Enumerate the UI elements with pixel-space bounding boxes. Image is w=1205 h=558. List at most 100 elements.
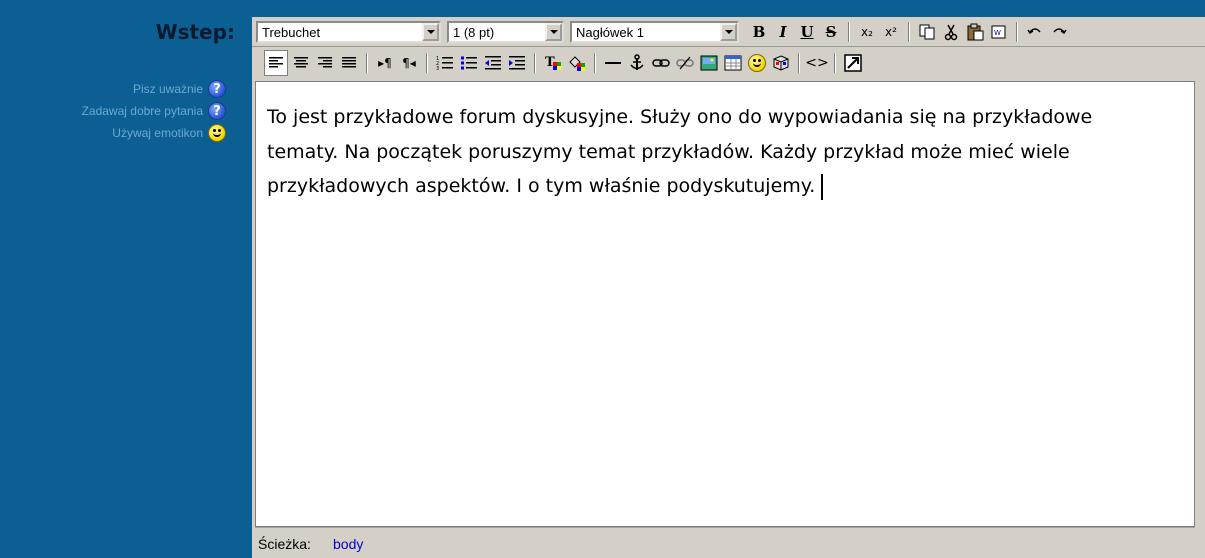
- ltr-icon: ▸¶: [378, 56, 392, 70]
- toolbar-separator: [366, 53, 368, 73]
- format-block-select[interactable]: Nagłówek 1: [570, 21, 739, 43]
- chevron-down-icon[interactable]: [720, 23, 737, 41]
- editor-text[interactable]: To jest przykładowe forum dyskusyjne. Sł…: [267, 100, 1167, 204]
- subscript-button[interactable]: x₂: [856, 20, 878, 44]
- insert-character-button[interactable]: [770, 51, 792, 75]
- toolbar-separator: [1016, 22, 1018, 42]
- tip-ask-good-questions: Zadawaj dobre pytania ?: [82, 101, 226, 121]
- chevron-down-icon[interactable]: [422, 23, 439, 41]
- bold-button[interactable]: B: [748, 20, 770, 44]
- insert-smiley-button[interactable]: [746, 51, 768, 75]
- align-justify-button[interactable]: [338, 51, 360, 75]
- toolbar-row-1: Trebuchet 1 (8 pt) Nagłówek 1 B I U S x₂…: [252, 17, 1071, 47]
- strikethrough-button[interactable]: S: [820, 20, 842, 44]
- help-icon[interactable]: ?: [208, 102, 226, 120]
- tip-text: Zadawaj dobre pytania: [81, 104, 203, 118]
- tip-write-carefully: Pisz uważnie ?: [133, 79, 226, 99]
- svg-text:W: W: [994, 29, 1001, 37]
- toolbar-separator: [834, 53, 836, 73]
- superscript-button[interactable]: x²: [880, 20, 902, 44]
- ordered-list-icon: 123: [436, 56, 453, 71]
- image-icon: [700, 55, 718, 71]
- toolbar-separator: [594, 53, 596, 73]
- insert-link-button[interactable]: [650, 51, 672, 75]
- unlink-icon: [676, 56, 694, 70]
- text-caret: [821, 173, 824, 200]
- redo-button[interactable]: [1048, 20, 1070, 44]
- insert-image-button[interactable]: [698, 51, 720, 75]
- scissors-icon: [944, 24, 958, 41]
- editor-content-area[interactable]: To jest przykładowe forum dyskusyjne. Sł…: [255, 81, 1195, 527]
- help-icon[interactable]: ?: [208, 80, 226, 98]
- fullscreen-icon: [844, 54, 862, 72]
- toolbar-separator: [908, 22, 910, 42]
- unordered-list-button[interactable]: [458, 51, 480, 75]
- toolbar-separator: [426, 53, 428, 73]
- cut-button[interactable]: [940, 20, 962, 44]
- horizontal-rule-icon: [605, 62, 621, 64]
- path-label: Ścieżka:: [258, 536, 311, 552]
- tip-text: Pisz uważnie: [132, 82, 203, 96]
- ordered-list-button[interactable]: 123: [434, 51, 456, 75]
- rtl-icon: ¶◂: [402, 56, 416, 70]
- editor-text-body: To jest przykładowe forum dyskusyjne. Sł…: [267, 106, 1093, 197]
- toolbar-divider: [252, 46, 1205, 47]
- paste-button[interactable]: [964, 20, 986, 44]
- toolbar-separator: [798, 53, 800, 73]
- chevron-down-icon[interactable]: [545, 23, 562, 41]
- text-color-button[interactable]: T: [542, 51, 564, 75]
- unlink-button[interactable]: [674, 51, 696, 75]
- field-label: Wstep:: [155, 20, 235, 44]
- align-justify-icon: [342, 57, 356, 68]
- sidebar: Wstep: Pisz uważnie ? Zadawaj dobre pyta…: [0, 0, 248, 558]
- underline-button[interactable]: U: [796, 20, 818, 44]
- tip-use-emoticons: Używaj emotikon: [112, 123, 226, 143]
- align-center-button[interactable]: [290, 51, 312, 75]
- svg-text:3: 3: [436, 66, 439, 71]
- rtl-button[interactable]: ¶◂: [398, 51, 420, 75]
- toolbar-separator: [848, 22, 850, 42]
- link-icon: [652, 59, 670, 67]
- ltr-button[interactable]: ▸¶: [374, 51, 396, 75]
- font-size-value: 1 (8 pt): [453, 24, 495, 40]
- format-block-value: Nagłówek 1: [576, 24, 644, 40]
- table-icon: [724, 55, 742, 71]
- undo-icon: [1027, 28, 1041, 35]
- italic-button[interactable]: I: [772, 20, 794, 44]
- html-source-button[interactable]: <>: [805, 51, 828, 75]
- smiley-icon[interactable]: [208, 124, 226, 142]
- font-size-select[interactable]: 1 (8 pt): [447, 21, 564, 43]
- anchor-button[interactable]: [626, 51, 648, 75]
- undo-button[interactable]: [1024, 20, 1046, 44]
- background-color-button[interactable]: [566, 51, 588, 75]
- rich-text-editor: Trebuchet 1 (8 pt) Nagłówek 1 B I U S x₂…: [252, 17, 1205, 558]
- copy-icon: [919, 24, 935, 40]
- redo-icon: [1053, 28, 1067, 35]
- status-path-bar: Ścieżka: body: [255, 527, 1195, 558]
- paint-bucket-icon: [569, 56, 585, 71]
- fullscreen-button[interactable]: [842, 51, 864, 75]
- indent-button[interactable]: [506, 51, 528, 75]
- paste-icon: [967, 23, 984, 41]
- paste-word-icon: W: [991, 25, 1006, 39]
- align-right-button[interactable]: [314, 51, 336, 75]
- text-color-icon: T: [545, 55, 561, 70]
- paste-word-button[interactable]: W: [988, 20, 1010, 44]
- align-center-icon: [294, 57, 308, 68]
- outdent-button[interactable]: [482, 51, 504, 75]
- font-family-select[interactable]: Trebuchet: [256, 21, 441, 43]
- align-left-button[interactable]: [264, 50, 288, 76]
- outdent-icon: [485, 56, 501, 70]
- copy-button[interactable]: [916, 20, 938, 44]
- align-right-icon: [318, 57, 332, 68]
- tip-text: Używaj emotikon: [112, 126, 203, 140]
- path-item-body[interactable]: body: [333, 536, 363, 552]
- horizontal-rule-button[interactable]: [602, 51, 624, 75]
- indent-icon: [509, 56, 525, 70]
- font-family-value: Trebuchet: [262, 24, 321, 40]
- anchor-icon: [630, 54, 644, 70]
- align-left-icon: [269, 57, 283, 68]
- cube-icon: [773, 55, 789, 71]
- insert-table-button[interactable]: [722, 51, 744, 75]
- smiley-icon: [748, 54, 766, 72]
